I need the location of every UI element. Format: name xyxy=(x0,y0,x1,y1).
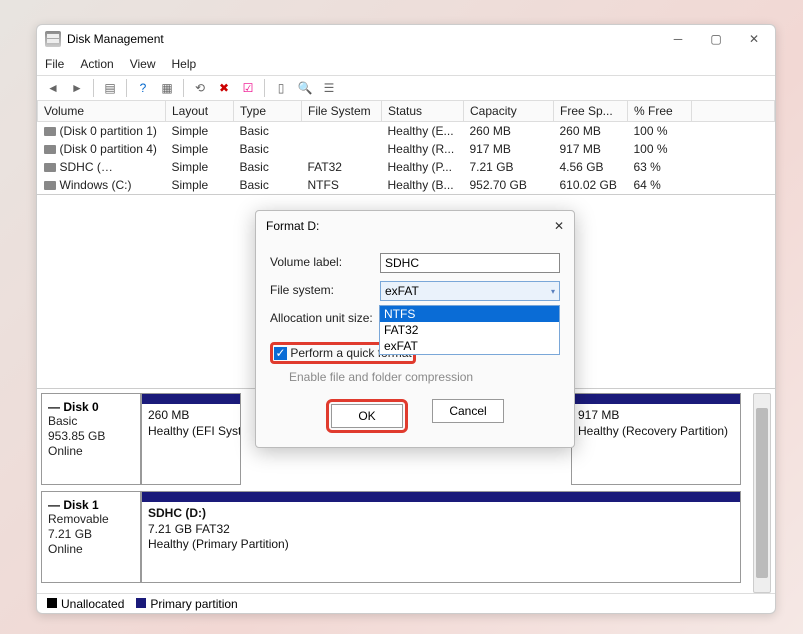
titlebar: Disk Management ─ ▢ ✕ xyxy=(37,25,775,53)
properties-icon[interactable]: ▤ xyxy=(100,78,120,98)
compression-row: Enable file and folder compression xyxy=(256,367,574,387)
volume-label-row: Volume label: xyxy=(256,249,574,277)
vertical-scrollbar[interactable] xyxy=(753,393,771,593)
forward-icon[interactable]: ► xyxy=(67,78,87,98)
volume-table: Volume Layout Type File System Status Ca… xyxy=(37,101,775,195)
dialog-title: Format D: xyxy=(266,219,554,233)
col-pctfree[interactable]: % Free xyxy=(628,101,692,122)
menu-file[interactable]: File xyxy=(45,57,64,71)
help-icon[interactable]: ? xyxy=(133,78,153,98)
col-status[interactable]: Status xyxy=(382,101,464,122)
compression-label: Enable file and folder compression xyxy=(289,370,473,384)
table-header-row: Volume Layout Type File System Status Ca… xyxy=(38,101,775,122)
dialog-buttons: OK Cancel xyxy=(256,387,574,447)
file-system-value: exFAT xyxy=(385,284,419,298)
disk-box[interactable]: — Disk 1Removable7.21 GBOnline xyxy=(41,491,141,583)
quick-format-checkbox[interactable]: ✓ xyxy=(274,347,287,360)
partition[interactable]: SDHC (D:)7.21 GB FAT32Healthy (Primary P… xyxy=(141,491,741,583)
partition-row: SDHC (D:)7.21 GB FAT32Healthy (Primary P… xyxy=(141,491,753,583)
format-dialog: Format D: ✕ Volume label: File system: e… xyxy=(255,210,575,448)
file-system-row: File system: exFAT ▾ xyxy=(256,277,574,305)
search-icon[interactable]: 🔍 xyxy=(295,78,315,98)
menu-view[interactable]: View xyxy=(130,57,156,71)
col-fs[interactable]: File System xyxy=(302,101,382,122)
table-row[interactable]: SDHC (…SimpleBasicFAT32Healthy (P...7.21… xyxy=(38,158,775,176)
col-volume[interactable]: Volume xyxy=(38,101,166,122)
maximize-button[interactable]: ▢ xyxy=(697,27,735,51)
menu-action[interactable]: Action xyxy=(80,57,113,71)
dialog-close-icon[interactable]: ✕ xyxy=(554,219,564,233)
file-system-dropdown-list[interactable]: NTFSFAT32exFAT xyxy=(379,305,560,355)
allocation-label: Allocation unit size: xyxy=(270,309,380,325)
legend-primary: Primary partition xyxy=(136,597,237,611)
dialog-titlebar: Format D: ✕ xyxy=(256,211,574,241)
table-row[interactable]: (Disk 0 partition 4)SimpleBasicHealthy (… xyxy=(38,140,775,158)
window-title: Disk Management xyxy=(67,32,659,46)
disk-icon[interactable]: ▯ xyxy=(271,78,291,98)
partition[interactable]: 260 MBHealthy (EFI System xyxy=(141,393,241,485)
separator xyxy=(264,79,265,97)
separator xyxy=(183,79,184,97)
table-row[interactable]: Windows (C:)SimpleBasicNTFSHealthy (B...… xyxy=(38,176,775,194)
chevron-down-icon: ▾ xyxy=(551,287,555,296)
refresh-icon[interactable]: ⟲ xyxy=(190,78,210,98)
col-type[interactable]: Type xyxy=(234,101,302,122)
file-system-label: File system: xyxy=(270,281,380,297)
legend: Unallocated Primary partition xyxy=(37,593,775,613)
ok-highlight: OK xyxy=(326,399,408,433)
separator xyxy=(93,79,94,97)
app-icon xyxy=(45,31,61,47)
volume-label-label: Volume label: xyxy=(270,253,380,269)
col-empty xyxy=(692,101,775,122)
cancel-button[interactable]: Cancel xyxy=(432,399,504,423)
partition[interactable]: 917 MBHealthy (Recovery Partition) xyxy=(571,393,741,485)
table-row[interactable]: (Disk 0 partition 1)SimpleBasicHealthy (… xyxy=(38,122,775,141)
check-icon[interactable]: ☑ xyxy=(238,78,258,98)
separator xyxy=(126,79,127,97)
back-icon[interactable]: ◄ xyxy=(43,78,63,98)
dropdown-option[interactable]: exFAT xyxy=(380,338,559,354)
dropdown-option[interactable]: NTFS xyxy=(380,306,559,322)
legend-unallocated: Unallocated xyxy=(47,597,124,611)
close-button[interactable]: ✕ xyxy=(735,27,773,51)
toolbar: ◄ ► ▤ ? ▦ ⟲ ✖ ☑ ▯ 🔍 ☰ xyxy=(37,75,775,101)
volume-label-input[interactable] xyxy=(380,253,560,273)
action-icon[interactable]: ▦ xyxy=(157,78,177,98)
minimize-button[interactable]: ─ xyxy=(659,27,697,51)
menubar: File Action View Help xyxy=(37,53,775,75)
dropdown-option[interactable]: FAT32 xyxy=(380,322,559,338)
file-system-combobox[interactable]: exFAT ▾ xyxy=(380,281,560,301)
col-capacity[interactable]: Capacity xyxy=(464,101,554,122)
delete-icon[interactable]: ✖ xyxy=(214,78,234,98)
ok-button[interactable]: OK xyxy=(331,404,403,428)
col-free[interactable]: Free Sp... xyxy=(554,101,628,122)
disk-box[interactable]: — Disk 0Basic953.85 GBOnline xyxy=(41,393,141,485)
list-icon[interactable]: ☰ xyxy=(319,78,339,98)
col-layout[interactable]: Layout xyxy=(166,101,234,122)
menu-help[interactable]: Help xyxy=(172,57,197,71)
